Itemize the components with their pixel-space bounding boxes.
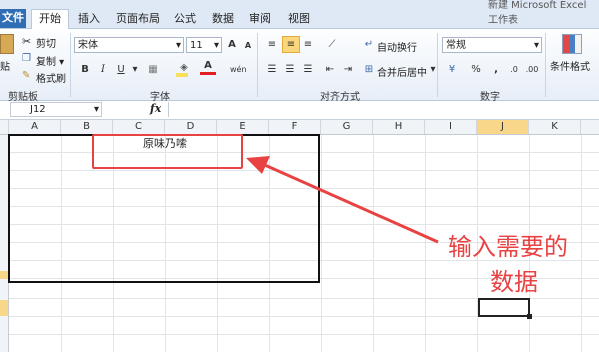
name-box-value: J12: [30, 104, 46, 115]
increase-decimal-icon[interactable]: .0: [506, 62, 522, 77]
column-header[interactable]: C: [113, 120, 165, 134]
column-header[interactable]: H: [373, 120, 425, 134]
grid-line: [9, 334, 599, 335]
copy-icon: ❐: [22, 53, 31, 64]
shrink-font-button[interactable]: A: [240, 38, 256, 53]
column-header-selected[interactable]: J: [477, 120, 529, 134]
font-name-combo[interactable]: 宋体 ▾: [74, 37, 184, 53]
conditional-format-button[interactable]: 条件格式: [550, 58, 590, 73]
align-bottom-icon[interactable]: ≡: [300, 37, 316, 52]
row-header-selected[interactable]: [0, 300, 8, 316]
divider: [257, 33, 258, 97]
align-right-icon[interactable]: ☰: [300, 62, 316, 77]
column-header[interactable]: E: [217, 120, 269, 134]
number-format-value: 常规: [446, 40, 466, 51]
wrap-text-icon: ↵: [364, 39, 374, 50]
column-header[interactable]: G: [321, 120, 373, 134]
font-name-value: 宋体: [78, 40, 98, 51]
phonetic-button[interactable]: wén: [230, 62, 247, 77]
divider: [545, 33, 546, 97]
tab-page-layout[interactable]: 页面布局: [112, 10, 164, 28]
conditional-format-icon[interactable]: [562, 34, 582, 54]
tab-file[interactable]: 文件: [0, 9, 26, 28]
column-header[interactable]: F: [269, 120, 321, 134]
arrow-icon: [246, 156, 439, 244]
tab-formulas[interactable]: 公式: [170, 10, 200, 28]
border-icon[interactable]: ▦: [145, 62, 161, 77]
paste-button[interactable]: 贴: [0, 58, 10, 73]
format-painter-button[interactable]: 格式刷: [36, 70, 66, 85]
tab-home[interactable]: 开始: [31, 9, 69, 29]
align-top-icon[interactable]: ≡: [264, 37, 280, 52]
arrow-shaft: [257, 160, 439, 244]
wrap-text-button[interactable]: 自动换行: [377, 39, 417, 54]
scissors-icon: ✂: [22, 35, 32, 48]
align-center-icon[interactable]: ☰: [282, 62, 298, 77]
orientation-icon[interactable]: ⟋: [324, 37, 340, 52]
chevron-down-icon[interactable]: ▾: [425, 62, 441, 77]
align-middle-icon[interactable]: ≡: [282, 36, 300, 53]
merge-icon: ⊞: [364, 64, 374, 75]
chevron-down-icon: ▾: [213, 40, 219, 51]
column-header[interactable]: A: [9, 120, 61, 134]
highlight-box: [92, 134, 243, 169]
increase-indent-icon[interactable]: ⇥: [340, 62, 356, 77]
fill-handle[interactable]: [527, 314, 532, 319]
tab-insert[interactable]: 插入: [74, 10, 104, 28]
formula-input[interactable]: [168, 102, 599, 117]
chevron-down-icon: ▾: [93, 104, 99, 115]
select-all-corner[interactable]: [0, 120, 9, 134]
annotation-line-1: 输入需要的: [448, 233, 568, 261]
grid-line: [581, 135, 582, 352]
tab-view[interactable]: 视图: [284, 10, 314, 28]
chevron-down-icon: ▾: [175, 40, 181, 51]
number-format-combo[interactable]: 常规 ▾: [442, 37, 542, 53]
column-header[interactable]: B: [61, 120, 113, 134]
chevron-down-icon: ▾: [533, 40, 539, 51]
decrease-indent-icon[interactable]: ⇤: [322, 62, 338, 77]
row-header-marker: [0, 271, 8, 279]
annotation-line-2: 数据: [490, 268, 538, 296]
window-title: 新建 Microsoft Excel 工作表: [488, 0, 587, 26]
chevron-down-icon[interactable]: ▾: [127, 62, 143, 77]
paint-bucket-icon: ◈: [180, 62, 188, 73]
comma-button[interactable]: ,: [488, 62, 504, 77]
percent-button[interactable]: %: [468, 62, 484, 77]
tab-review[interactable]: 审阅: [245, 10, 275, 28]
column-header-row: A B C D E F G H I J K: [0, 120, 599, 135]
column-header[interactable]: K: [529, 120, 581, 134]
italic-button[interactable]: I: [95, 62, 111, 77]
font-color-button[interactable]: A: [200, 60, 216, 75]
format-painter-icon: ✎: [22, 70, 31, 81]
grow-font-button[interactable]: A: [224, 37, 240, 52]
insert-function-button[interactable]: fx: [150, 102, 161, 115]
merge-center-button[interactable]: 合并后居中: [377, 64, 427, 79]
divider: [70, 33, 71, 97]
paste-icon[interactable]: [0, 34, 14, 54]
divider: [437, 33, 438, 97]
font-size-value: 11: [190, 40, 203, 51]
currency-icon[interactable]: ¥: [444, 62, 460, 77]
column-header[interactable]: I: [425, 120, 477, 134]
column-header[interactable]: D: [165, 120, 217, 134]
copy-button[interactable]: 复制 ▾: [36, 53, 64, 68]
ribbon-tab-strip: 新建 Microsoft Excel 工作表 文件 开始 插入 页面布局 公式 …: [0, 0, 599, 29]
bold-button[interactable]: B: [77, 62, 93, 77]
align-left-icon[interactable]: ☰: [264, 62, 280, 77]
font-size-combo[interactable]: 11 ▾: [186, 37, 222, 53]
decrease-decimal-icon[interactable]: .00: [524, 62, 540, 77]
cut-button[interactable]: 剪切: [36, 35, 56, 50]
tab-data[interactable]: 数据: [208, 10, 238, 28]
name-box[interactable]: J12 ▾: [10, 102, 102, 117]
active-cell[interactable]: [478, 298, 530, 317]
